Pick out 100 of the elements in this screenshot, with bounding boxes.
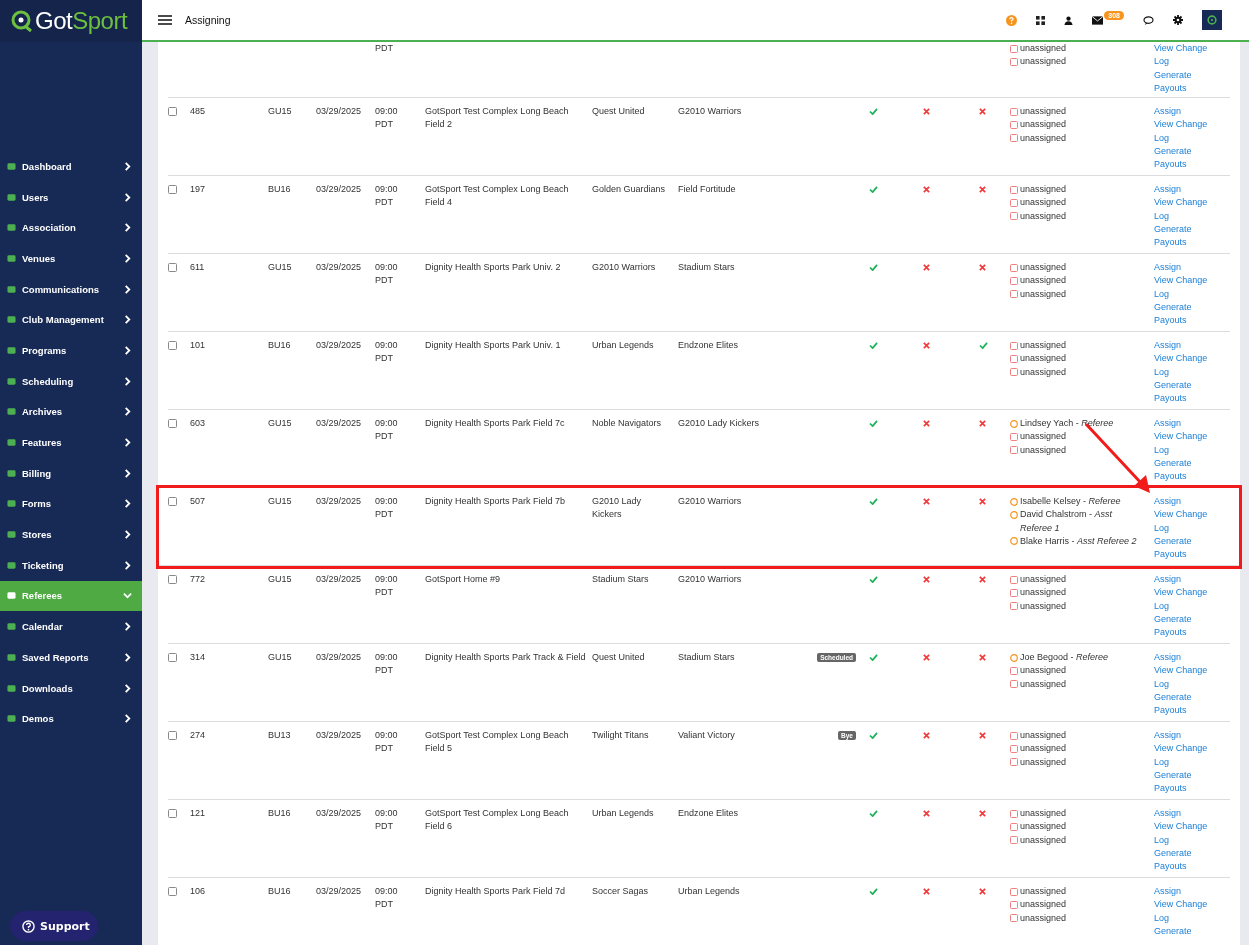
link[interactable]: Assign	[1154, 261, 1214, 275]
checkbox[interactable]	[168, 653, 177, 663]
avatar[interactable]	[1202, 10, 1222, 30]
link[interactable]: Generate Payouts	[1154, 534, 1214, 562]
square-icon	[1010, 185, 1018, 194]
chevron-icon	[123, 438, 132, 448]
assignment-text: unassigned	[1020, 833, 1067, 847]
link[interactable]: Assign	[1154, 105, 1214, 119]
checkbox[interactable]	[168, 887, 177, 897]
link[interactable]: Generate Payouts	[1154, 846, 1214, 874]
sidebar-item[interactable]: Saved Reports	[0, 642, 142, 673]
link[interactable]: Assign	[1154, 417, 1214, 431]
link[interactable]: View Change Log	[1154, 274, 1214, 301]
table-cell-text: 106	[190, 885, 207, 898]
link[interactable]: View Change Log	[1154, 586, 1214, 613]
link[interactable]: Generate Payouts	[1154, 690, 1214, 718]
link[interactable]: View Change Log	[1154, 352, 1214, 379]
checkbox[interactable]	[168, 107, 177, 117]
table-cell-text: G2010 Warriors	[678, 573, 743, 586]
link[interactable]: Generate Payouts	[1154, 768, 1214, 796]
assignment-text: unassigned	[1020, 911, 1067, 925]
assignment-text: unassigned	[1020, 274, 1067, 288]
link[interactable]: View Change Log	[1154, 742, 1214, 769]
link[interactable]: Assign	[1154, 573, 1214, 587]
sidebar-item[interactable]: Forms	[0, 488, 142, 520]
table-cell-text: GU15	[268, 651, 293, 664]
sidebar-item[interactable]: Calendar	[0, 611, 142, 642]
table-cell-text: BU16	[268, 885, 292, 898]
link[interactable]: Generate Payouts	[1154, 144, 1214, 172]
table-cell-text: GU15	[268, 261, 293, 274]
link[interactable]: Assign	[1154, 183, 1214, 197]
sidebar-item[interactable]: Demos	[0, 703, 142, 735]
support-button[interactable]: Support	[10, 911, 98, 941]
square-icon	[7, 468, 16, 478]
table-cell-text: Dignity Health Sports Park Track & Field	[425, 651, 587, 664]
sidebar-item[interactable]: Club Management	[0, 304, 142, 336]
link[interactable]: Generate Payouts	[1154, 300, 1214, 328]
link[interactable]: View Change Log	[1154, 898, 1214, 925]
mail-icon[interactable]	[1092, 15, 1104, 25]
table-cell-text: GU15	[268, 495, 293, 508]
table-cell-text: GU15	[268, 105, 293, 118]
link[interactable]: Generate Payouts	[1154, 378, 1214, 406]
link[interactable]: View Change Log	[1154, 508, 1214, 535]
sidebar-item[interactable]: Dashboard	[0, 151, 142, 182]
sidebar-item[interactable]: Scheduling	[0, 365, 142, 397]
sidebar-item[interactable]: Ticketing	[0, 549, 142, 581]
sidebar-item[interactable]: Venues	[0, 243, 142, 274]
link[interactable]: View Change Log	[1154, 430, 1214, 457]
square-icon	[1010, 836, 1018, 845]
checkbox[interactable]	[168, 731, 177, 741]
link[interactable]: Generate Payouts	[1154, 612, 1214, 640]
link[interactable]: Generate Payouts	[1154, 68, 1214, 96]
user-icon[interactable]	[1064, 15, 1074, 25]
settings-icon[interactable]	[1173, 15, 1183, 25]
sidebar-item[interactable]: Association	[0, 212, 142, 244]
chevron-icon	[123, 499, 132, 509]
chevron-icon	[123, 345, 132, 355]
menu-icon[interactable]	[158, 15, 172, 25]
brand-name[interactable]: GotSport	[35, 7, 128, 35]
sidebar-item[interactable]: Features	[0, 427, 142, 458]
square-icon	[7, 438, 16, 448]
assignment-text: unassigned	[1020, 885, 1067, 898]
table-cell-text: GotSport Home #9	[425, 573, 502, 586]
sidebar-item[interactable]: Programs	[0, 335, 142, 366]
assignment-text: unassigned	[1020, 339, 1067, 352]
sidebar-item[interactable]: Stores	[0, 519, 142, 550]
sidebar-item[interactable]: Billing	[0, 457, 142, 489]
checkbox[interactable]	[168, 185, 177, 195]
link[interactable]: Generate Payouts	[1154, 456, 1214, 484]
sidebar-item[interactable]: Communications	[0, 273, 142, 305]
link[interactable]: Assign	[1154, 651, 1214, 665]
link[interactable]: View Change Log	[1154, 118, 1214, 145]
checkbox[interactable]	[168, 341, 177, 351]
link[interactable]: Assign	[1154, 807, 1214, 821]
sidebar-item[interactable]: Downloads	[0, 672, 142, 704]
link[interactable]: Generate Payouts	[1154, 222, 1214, 250]
help-icon[interactable]	[1006, 14, 1018, 26]
table-cell-text: 101	[190, 339, 207, 352]
checkbox[interactable]	[168, 809, 177, 819]
sidebar-item[interactable]: Users	[0, 181, 142, 213]
checkbox[interactable]	[168, 263, 177, 273]
checkbox[interactable]	[168, 497, 177, 507]
link[interactable]: View Change Log	[1154, 196, 1214, 223]
link[interactable]: View Change Log	[1154, 42, 1214, 69]
sidebar-item[interactable]: Referees	[0, 580, 142, 612]
checkbox[interactable]	[168, 575, 177, 585]
sidebar-item[interactable]: Archives	[0, 396, 142, 428]
grid-icon[interactable]	[1036, 15, 1046, 25]
checkbox[interactable]	[168, 419, 177, 429]
assignment-text: Isabelle Kelsey - Referee	[1020, 495, 1121, 508]
table-cell-text: Valiant Victory	[678, 729, 736, 742]
link[interactable]: Assign	[1154, 885, 1214, 899]
chat-icon[interactable]	[1143, 15, 1154, 25]
link[interactable]: Generate	[1154, 924, 1214, 939]
link[interactable]: View Change Log	[1154, 664, 1214, 691]
link[interactable]: View Change Log	[1154, 820, 1214, 847]
link[interactable]: Assign	[1154, 495, 1214, 509]
link[interactable]: Assign	[1154, 339, 1214, 353]
square-icon	[1010, 588, 1018, 597]
link[interactable]: Assign	[1154, 729, 1214, 743]
